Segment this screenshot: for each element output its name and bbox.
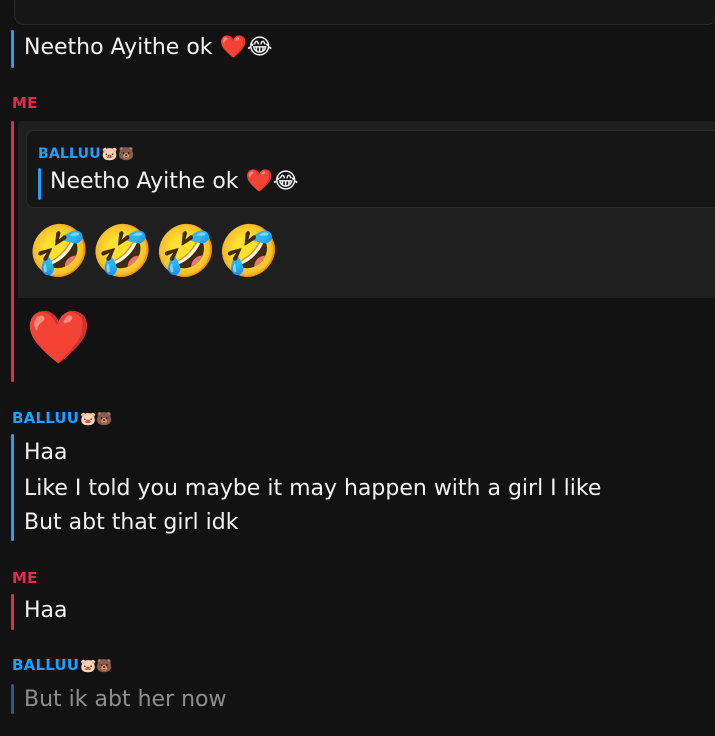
message-text: Haa [24,440,68,465]
message-text: Neetho Ayithe ok ❤️😂 [24,35,273,60]
message-bar [11,684,14,714]
message-bar [11,594,14,630]
heart-emoji-message: ❤️ [26,308,91,368]
quoted-sender-name: BALLUU🐷🐻 [38,146,134,162]
message-text: But ik abt her now [24,687,227,712]
chat-screen: Neetho Ayithe ok ❤️😂 ME BALLUU🐷🐻 Neetho … [0,0,715,736]
emoji-message: 🤣🤣🤣🤣 [28,222,282,280]
sender-name: ME [12,569,38,587]
quoted-message-text: Neetho Ayithe ok ❤️😂 [50,169,299,194]
quoted-sender-label: BALLUU [38,146,101,162]
message-text: But abt that girl idk [24,510,239,535]
quote-bar [38,168,41,200]
message-text: Haa [24,598,68,623]
message-bar [11,30,14,68]
sender-name: BALLUU🐷🐻 [12,656,113,674]
message-bar [11,434,14,541]
sender-emojis: 🐷🐻 [80,412,113,427]
sender-name: BALLUU🐷🐻 [12,409,113,427]
sender-emojis: 🐷🐻 [80,659,113,674]
sender-emojis: 🐷🐻 [101,147,135,162]
sender-name: ME [12,94,38,112]
message-text: Like I told you maybe it may happen with… [24,476,602,501]
sender-label: BALLUU [12,409,80,427]
sender-label: BALLUU [12,656,80,674]
message-bar [11,121,14,382]
quoted-message-box[interactable] [14,0,715,25]
